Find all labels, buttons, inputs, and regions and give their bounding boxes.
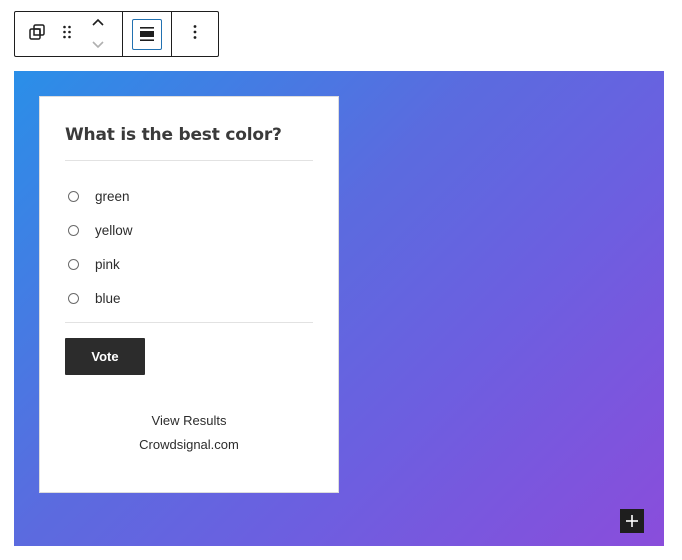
- poll-divider-top: [65, 160, 313, 161]
- toolbar-group-more: [171, 12, 218, 56]
- block-inserter-button[interactable]: [620, 509, 644, 533]
- radio-button[interactable]: [68, 224, 79, 236]
- radio-button[interactable]: [68, 258, 79, 270]
- crowdsignal-link[interactable]: Crowdsignal.com: [40, 433, 338, 457]
- chevron-down-icon: [92, 41, 104, 49]
- drag-handle-button[interactable]: [59, 12, 75, 56]
- move-up-button[interactable]: [91, 14, 105, 32]
- poll-option-green[interactable]: green: [65, 179, 313, 213]
- chevron-up-icon: [92, 18, 104, 26]
- align-selected-indicator: [132, 18, 162, 50]
- plus-icon: [626, 515, 638, 527]
- poll-options: green yellow pink blue: [65, 179, 313, 315]
- poll-footer: View Results Crowdsignal.com: [40, 409, 338, 457]
- select-parent-button[interactable]: [15, 12, 59, 56]
- radio-button[interactable]: [68, 292, 79, 304]
- poll-option-label: yellow: [95, 222, 133, 238]
- toolbar-group-align: [122, 12, 171, 56]
- view-results-link[interactable]: View Results: [40, 409, 338, 433]
- block-toolbar: [14, 11, 219, 57]
- toolbar-group-block: [15, 12, 122, 56]
- block-mover: [75, 12, 121, 56]
- drag-handle-icon: [62, 24, 72, 45]
- align-wide-icon: [140, 27, 154, 41]
- move-down-button[interactable]: [91, 36, 105, 54]
- poll-option-label: pink: [95, 256, 120, 272]
- cover-block[interactable]: What is the best color? green yellow pin…: [14, 71, 664, 546]
- poll-option-blue[interactable]: blue: [65, 281, 313, 315]
- poll-option-label: blue: [95, 290, 121, 306]
- more-vertical-icon: [193, 24, 197, 45]
- poll-option-pink[interactable]: pink: [65, 247, 313, 281]
- select-parent-icon: [28, 23, 46, 46]
- more-options-button[interactable]: [172, 12, 218, 56]
- poll-question: What is the best color?: [65, 125, 282, 145]
- align-button[interactable]: [123, 12, 171, 56]
- radio-button[interactable]: [68, 190, 79, 202]
- poll-option-label: green: [95, 188, 130, 204]
- poll-option-yellow[interactable]: yellow: [65, 213, 313, 247]
- poll-card: What is the best color? green yellow pin…: [39, 96, 339, 493]
- vote-button[interactable]: Vote: [65, 338, 145, 375]
- poll-divider-bottom: [65, 322, 313, 323]
